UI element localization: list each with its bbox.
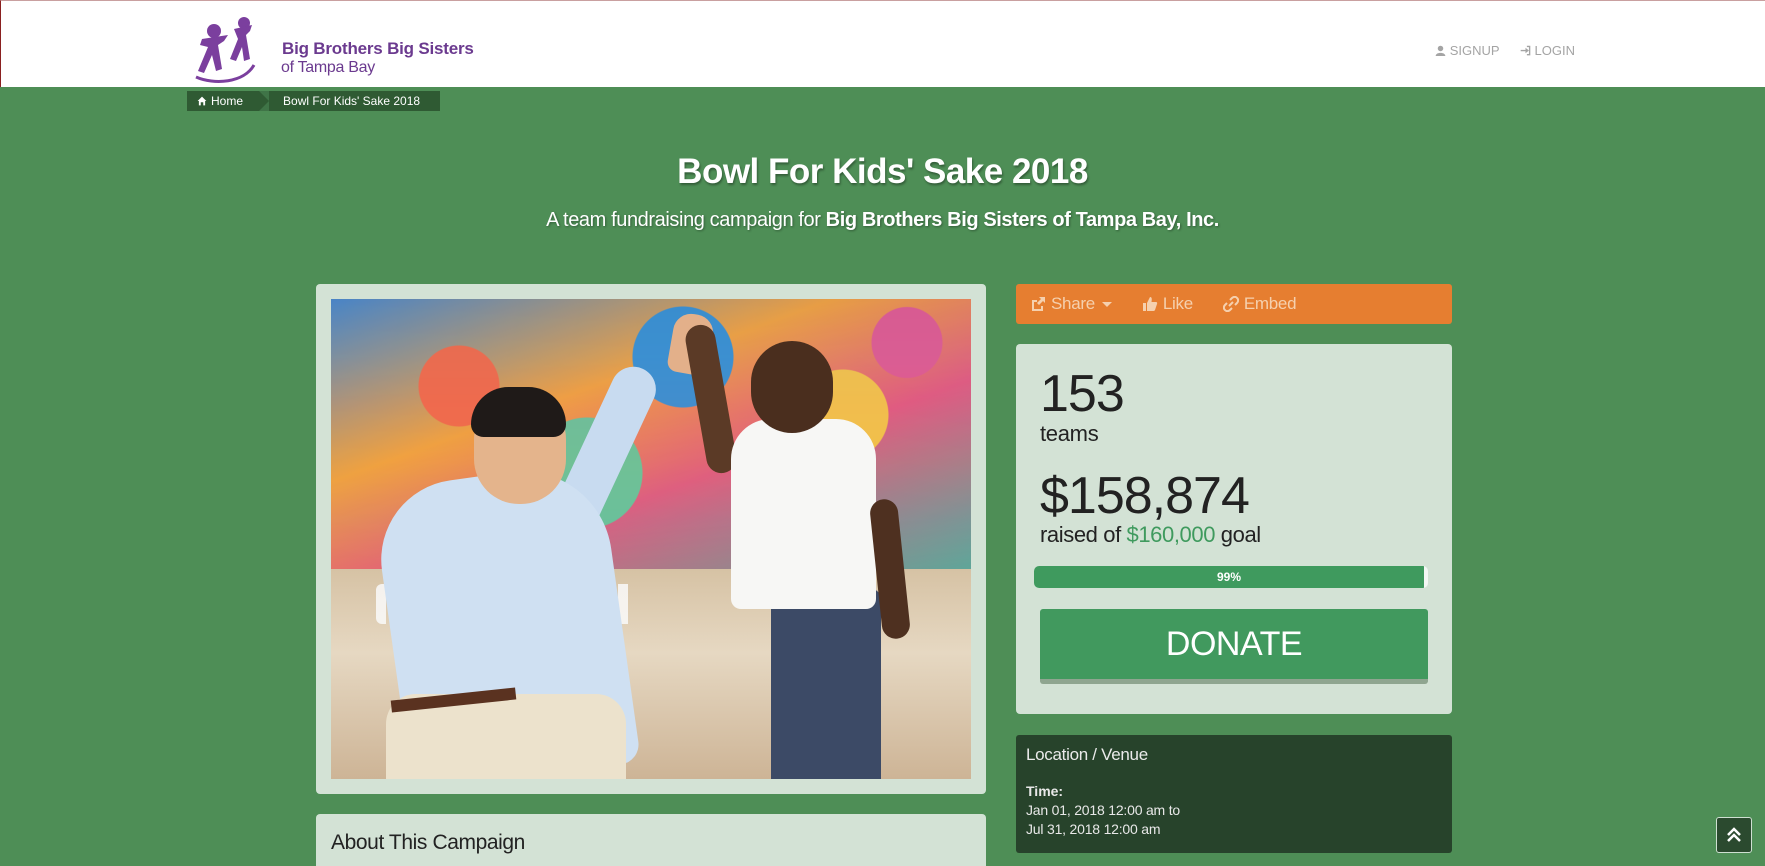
share-icon — [1032, 297, 1045, 311]
page-subtitle: A team fundraising campaign for Big Brot… — [0, 209, 1765, 232]
raised-prefix: raised of — [1040, 522, 1121, 547]
embed-button[interactable]: Embed — [1222, 294, 1297, 314]
share-label: Share — [1051, 294, 1095, 313]
double-chevron-up-icon — [1727, 827, 1741, 842]
top-header: Big Brothers Big Sisters of Tampa Bay SI… — [0, 0, 1765, 87]
breadcrumb-current: Bowl For Kids' Sake 2018 — [269, 91, 441, 111]
time-end: Jul 31, 2018 12:00 am — [1026, 821, 1161, 837]
chevron-down-icon — [1101, 301, 1112, 307]
share-button[interactable]: Share — [1030, 294, 1112, 314]
location-card: Location / Venue Time: Jan 01, 2018 12:0… — [1016, 735, 1452, 853]
campaign-photo — [331, 299, 971, 779]
breadcrumb-separator — [259, 91, 270, 111]
campaign-stats-card: 153 teams $158,874 raised of $160,000 go… — [1016, 344, 1452, 714]
breadcrumb-home[interactable]: Home — [187, 91, 260, 111]
embed-label: Embed — [1243, 294, 1297, 313]
about-card: About This Campaign — [316, 814, 986, 866]
goal-suffix: goal — [1220, 522, 1261, 547]
about-heading: About This Campaign — [331, 831, 525, 854]
donate-button[interactable]: DONATE — [1040, 609, 1428, 684]
logo-subtitle: of Tampa Bay — [281, 59, 375, 76]
time-start: Jan 01, 2018 12:00 am to — [1026, 802, 1180, 818]
top-nav: SIGNUP LOGIN — [1435, 43, 1575, 58]
campaign-image-card — [316, 284, 986, 794]
location-title: Location / Venue — [1026, 745, 1148, 764]
thumbs-up-icon — [1142, 297, 1158, 311]
breadcrumb: Home Bowl For Kids' Sake 2018 — [187, 91, 441, 111]
link-icon — [1222, 296, 1239, 312]
time-label: Time: — [1026, 783, 1064, 799]
login-link[interactable]: LOGIN — [1520, 43, 1575, 58]
login-label: LOGIN — [1534, 43, 1575, 58]
raised-goal-text: raised of $160,000 goal — [1040, 522, 1261, 548]
goal-amount: $160,000 — [1126, 522, 1216, 547]
page-title: Bowl For Kids' Sake 2018 — [677, 152, 1088, 191]
like-button[interactable]: Like — [1142, 294, 1193, 314]
subtitle-prefix: A team fundraising campaign for — [546, 209, 821, 231]
sign-in-icon — [1520, 45, 1530, 56]
scroll-top-button[interactable] — [1716, 817, 1752, 853]
teams-count: 153 — [1040, 365, 1125, 423]
organization-link[interactable]: Big Brothers Big Sisters of Tampa Bay, I… — [826, 209, 1220, 231]
bbbs-logo-icon — [195, 17, 256, 83]
raised-amount: $158,874 — [1040, 467, 1250, 525]
progress-fill: 99% — [1034, 566, 1425, 588]
logo-title: Big Brothers Big Sisters — [282, 39, 474, 58]
user-icon — [1435, 45, 1445, 56]
site-logo[interactable]: Big Brothers Big Sisters of Tampa Bay — [194, 15, 474, 85]
breadcrumb-home-label: Home — [211, 94, 244, 108]
like-label: Like — [1162, 294, 1193, 313]
home-icon — [197, 96, 207, 106]
progress-bar: 99% — [1034, 566, 1428, 588]
signup-link[interactable]: SIGNUP — [1435, 43, 1500, 58]
signup-label: SIGNUP — [1449, 43, 1500, 58]
teams-label: teams — [1040, 421, 1099, 446]
share-bar: Share Like Embed — [1016, 284, 1452, 324]
